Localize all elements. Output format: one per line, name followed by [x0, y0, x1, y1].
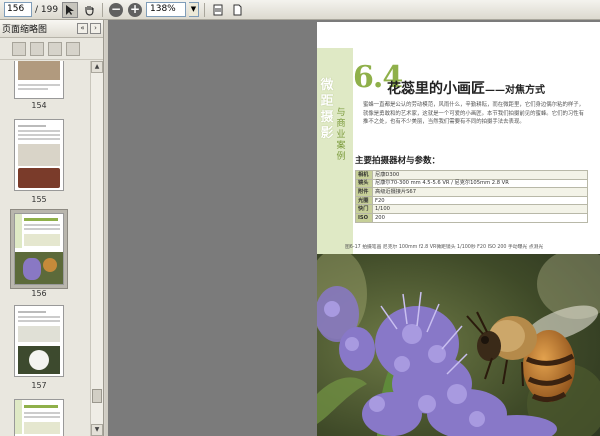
thumbnail-label: 154: [31, 101, 47, 110]
chevron-down-icon: ▼: [190, 5, 197, 13]
thumbnail-print-icon[interactable]: [66, 41, 80, 56]
minus-icon: −: [109, 1, 123, 17]
body-paragraph: 蜜蜂一直都是公认的劳动模范，风雨什么，辛勤耕耘，而在微距里，它们身边偶尔粘的样子…: [363, 102, 585, 125]
zoom-dropdown-button[interactable]: ▼: [189, 2, 199, 17]
chapter-title-main: 花蕊里的小画匠: [387, 81, 485, 97]
table-row: 镜头 尼康尔70-300 mm 4.5-5.6 VR / 尼克尔105mm 2.8…: [355, 178, 588, 189]
toolbar-separator: [102, 2, 103, 17]
spec-key: 相机: [355, 170, 373, 180]
spec-table: 相机 尼康D300 镜头 尼康尔70-300 mm 4.5-5.6 VR / 尼克尔…: [355, 170, 588, 223]
page-thumbnail[interactable]: [14, 119, 64, 191]
page-thumbnail[interactable]: [14, 61, 64, 99]
sidebar-header: 页面缩略图 « ›: [0, 20, 103, 38]
fit-page-button[interactable]: [210, 2, 226, 18]
spec-value: 1/100: [372, 204, 588, 214]
scroll-down-icon[interactable]: ▼: [91, 424, 103, 436]
vertical-title-band: 微距摄影 与商业案例: [317, 48, 353, 258]
hand-tool-button[interactable]: [81, 2, 97, 18]
page-thumbnail[interactable]: [14, 399, 64, 436]
scrollbar-thumb[interactable]: [92, 389, 102, 403]
toolbar-separator: [204, 2, 205, 17]
sidebar-title: 页面缩略图: [2, 25, 48, 35]
table-row: 快门 1/100: [355, 204, 588, 214]
table-row: ISO 200: [355, 212, 588, 223]
cursor-icon: [66, 4, 74, 15]
sidebar-splitter[interactable]: [105, 20, 108, 436]
collapse-sidebar-button[interactable]: «: [77, 23, 88, 34]
spec-key: 附件: [355, 187, 373, 197]
plus-icon: +: [128, 1, 142, 17]
select-tool-button[interactable]: [62, 1, 78, 18]
page-thumbnail-selected[interactable]: [14, 213, 64, 285]
section-heading: 主要拍摄器材与参数：: [355, 156, 441, 166]
zoom-level-input[interactable]: 138%: [146, 2, 186, 17]
sidebar-scrollbar[interactable]: ▲ ▼: [90, 61, 103, 436]
hand-icon: [85, 5, 94, 16]
thumbnail-options-icon[interactable]: [12, 41, 26, 56]
document-view[interactable]: 微距摄影 与商业案例 6.4 花蕊里的小画匠——对焦方式 蜜蜂一直都是公认的劳动…: [105, 20, 600, 436]
toolbar: 156 / 199 − + 138% ▼: [0, 0, 600, 20]
fit-width-button[interactable]: [229, 2, 245, 18]
chapter-title-sub: ——对焦方式: [485, 85, 545, 96]
table-row: 附件 高级近摄接片S67: [355, 187, 588, 197]
spec-value: 尼康D300: [372, 170, 588, 180]
close-sidebar-button[interactable]: ›: [90, 23, 101, 34]
thumbnail-delete-icon[interactable]: [30, 41, 44, 56]
photo-caption: 图6-17 拍摄笔画 尼克尔 100mm f2.8 VR微距镜头 1/100秒 …: [345, 245, 544, 250]
spec-value: 高级近摄接片S67: [372, 187, 588, 197]
table-row: 相机 尼康D300: [355, 170, 588, 180]
thumbnail-label: 156: [31, 289, 47, 298]
spec-key: 快门: [355, 204, 373, 214]
thumbnail-list: 154 155 156 157: [0, 61, 90, 436]
page-thumbnail[interactable]: [14, 305, 64, 377]
zoom-in-button[interactable]: +: [127, 2, 143, 18]
sidebar-toolbar: [0, 38, 103, 60]
thumbnail-rotate-icon[interactable]: [48, 41, 62, 56]
table-row: 光圈 F20: [355, 195, 588, 206]
zoom-out-button[interactable]: −: [108, 2, 124, 18]
chapter-title: 花蕊里的小画匠——对焦方式: [387, 78, 545, 98]
fit-page-icon: [213, 4, 223, 15]
thumbnail-label: 155: [31, 195, 47, 204]
page-number-input[interactable]: 156: [4, 2, 32, 17]
spec-key: 镜头: [355, 178, 373, 189]
spec-value: 200: [372, 212, 588, 223]
spec-value: 尼康尔70-300 mm 4.5-5.6 VR / 尼克尔105mm 2.8 V…: [372, 178, 588, 189]
vertical-title: 微距摄影: [320, 78, 334, 141]
document-page: 微距摄影 与商业案例 6.4 花蕊里的小画匠——对焦方式 蜜蜂一直都是公认的劳动…: [317, 22, 600, 436]
page-total-label: / 199: [35, 4, 59, 15]
thumbnail-sidebar: 页面缩略图 « › 154 155 156 157 ▲ ▼: [0, 20, 104, 436]
spec-key: ISO: [355, 212, 373, 223]
scroll-up-icon[interactable]: ▲: [91, 61, 103, 73]
thumbnail-label: 157: [31, 381, 47, 390]
spec-value: F20: [372, 195, 588, 206]
spec-key: 光圈: [355, 195, 373, 206]
page-icon: [233, 4, 242, 15]
vertical-subtitle: 与商业案例: [336, 108, 346, 162]
bee-photo: [317, 254, 600, 436]
